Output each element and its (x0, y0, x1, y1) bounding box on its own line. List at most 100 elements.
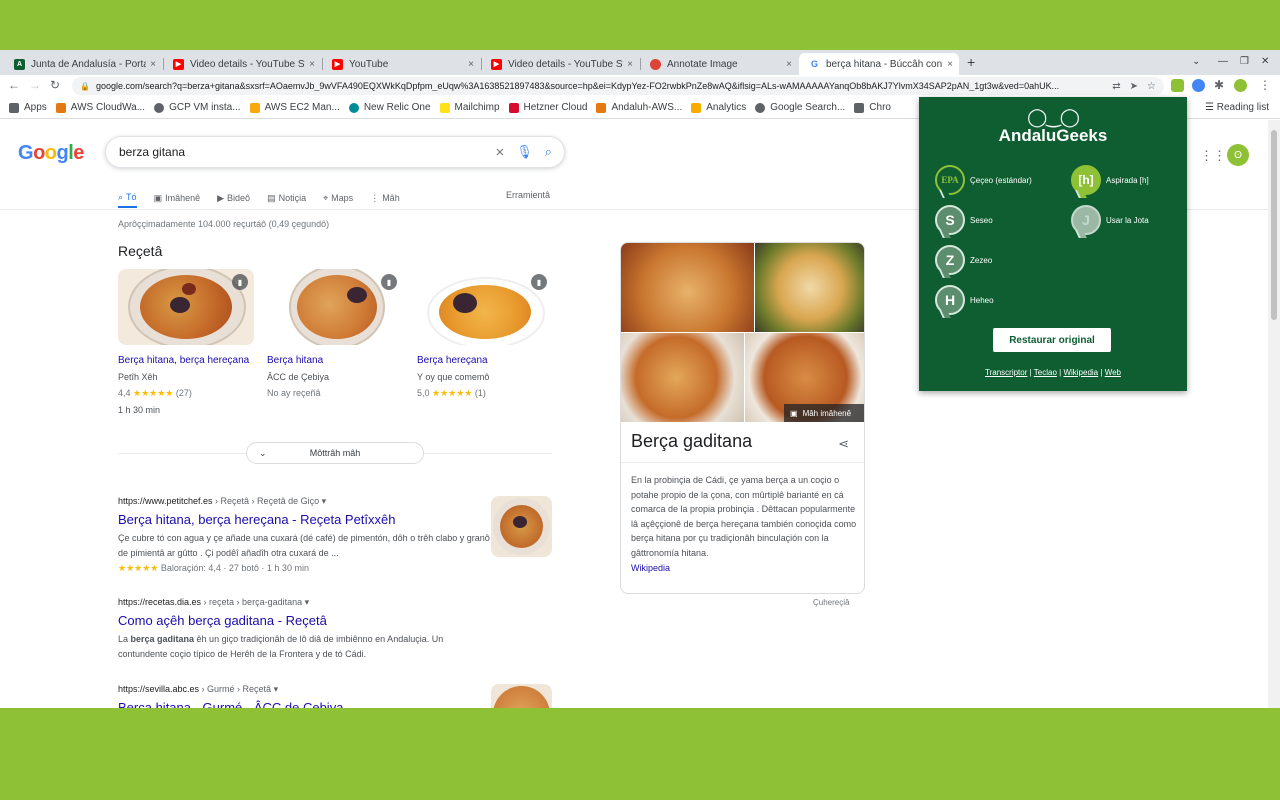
search-input[interactable]: berza gitana (119, 145, 495, 159)
tab-annotate-image[interactable]: Annotate Image × (640, 53, 798, 75)
reload-icon[interactable]: ↻ (50, 78, 60, 92)
recipe-title[interactable]: Berça hereçana (417, 354, 553, 367)
result-title-link[interactable]: Berça hitana, berça hereçana - Reçeta Pe… (118, 512, 490, 527)
bookmark-aws-ec2[interactable]: AWS EC2 Man... (249, 102, 340, 113)
recipe-image[interactable]: ▮ (267, 269, 403, 345)
recipe-card[interactable]: ▮ Berça hitana, berça hereçana Petîh Xêh… (118, 269, 254, 415)
tools-button[interactable]: Erramientâ (506, 190, 550, 200)
scroll-thumb[interactable] (1271, 130, 1277, 320)
link-transcriptor[interactable]: Transcriptor (985, 368, 1027, 377)
bookmark-aws-cloudwatch[interactable]: AWS CloudWa... (55, 102, 146, 113)
recipe-title[interactable]: Berça hitana (267, 354, 403, 367)
recipe-image[interactable]: ▮ (417, 269, 553, 345)
rating-count: (27) (175, 388, 192, 398)
tab-youtube[interactable]: ▶ YouTube × (322, 53, 480, 75)
option-seseo[interactable]: S Seseo (935, 205, 993, 235)
tab-search-icon[interactable]: ⌄ (1192, 56, 1200, 67)
search-box[interactable]: berza gitana × 🎙 ⌕ (105, 136, 565, 168)
tab-google-search[interactable]: G berça hitana - Búccâh con Google × (799, 53, 959, 75)
result-menu-icon[interactable]: ▾ (305, 597, 310, 607)
result-menu-icon[interactable]: ▾ (274, 684, 279, 694)
kp-image[interactable] (621, 243, 754, 332)
tab-all[interactable]: ⌕ Tó (118, 188, 137, 208)
profile-avatar-icon[interactable] (1234, 79, 1247, 92)
new-tab-button[interactable]: + (967, 54, 975, 70)
microphone-icon[interactable]: 🎙 (516, 144, 533, 160)
tab-close-icon[interactable]: × (627, 59, 633, 70)
minimize-icon[interactable]: — (1218, 56, 1228, 67)
feedback-link[interactable]: Çuhereçiâ (813, 598, 849, 607)
bookmark-hetzner[interactable]: Hetzner Cloud (508, 102, 587, 113)
bookmark-analytics[interactable]: Analytics (691, 102, 746, 113)
link-teclao[interactable]: Teclao (1034, 368, 1057, 377)
option-label: Heheo (970, 295, 994, 305)
option-heheo[interactable]: H Heheo (935, 285, 994, 315)
tab-youtube-studio-1[interactable]: ▶ Video details - YouTube Studio × (163, 53, 321, 75)
share-icon[interactable]: ⋖ (838, 436, 849, 452)
kp-source-link[interactable]: Wikipedia (631, 563, 670, 573)
link-wikipedia[interactable]: Wikipedia (1063, 368, 1098, 377)
bookmark-gcp-vm[interactable]: GCP VM insta... (154, 102, 241, 113)
extensions-puzzle-icon[interactable]: ✱ (1214, 78, 1224, 92)
save-recipe-icon[interactable]: ▮ (531, 274, 547, 290)
option-ceceo[interactable]: EPA Çeçeo (estándar) (935, 165, 1032, 195)
bookmark-new-relic[interactable]: New Relic One (348, 102, 431, 113)
bookmark-apps[interactable]: Apps (9, 102, 47, 113)
tab-close-icon[interactable]: × (947, 59, 953, 70)
tab-videos[interactable]: ▶ Bideô (217, 188, 250, 208)
google-logo[interactable]: Google (18, 142, 84, 165)
show-more-button[interactable]: ⌄ Môttrâh mâh (246, 442, 424, 464)
maximize-icon[interactable]: ❐ (1240, 56, 1249, 67)
kp-image[interactable] (621, 333, 744, 422)
save-recipe-icon[interactable]: ▮ (232, 274, 248, 290)
result-menu-icon[interactable]: ▾ (322, 496, 327, 506)
color-extension-icon[interactable] (1192, 79, 1205, 92)
tab-junta[interactable]: A Junta de Andalusía - Portal × (4, 53, 162, 75)
tab-news[interactable]: ▤ Notiçia (267, 188, 306, 208)
tab-images[interactable]: ▣ Imâhenê (154, 188, 201, 208)
tab-maps[interactable]: ⌖ Maps (323, 188, 353, 208)
close-window-icon[interactable]: ✕ (1261, 56, 1269, 67)
tab-youtube-studio-2[interactable]: ▶ Video details - YouTube Studio × (481, 53, 639, 75)
tab-close-icon[interactable]: × (468, 59, 474, 70)
reading-list[interactable]: ☰ Reading list (1205, 102, 1269, 113)
bookmark-andaluh-aws[interactable]: Andaluh-AWS... (596, 102, 682, 113)
bookmark-mailchimp[interactable]: Mailchimp (439, 102, 500, 113)
bookmark-chrome[interactable]: Chro (854, 102, 891, 113)
send-icon[interactable]: ➤ (1130, 81, 1138, 92)
link-web[interactable]: Web (1105, 368, 1121, 377)
back-icon[interactable]: ← (8, 78, 20, 92)
option-aspirada[interactable]: [h] Aspirada [h] (1071, 165, 1149, 195)
bookmark-google-search[interactable]: Google Search... (755, 102, 845, 113)
bookmark-label: New Relic One (363, 102, 431, 113)
result-thumbnail[interactable] (491, 496, 552, 557)
recipe-image[interactable]: ▮ (118, 269, 254, 345)
tab-close-icon[interactable]: × (150, 59, 156, 70)
result-thumbnail[interactable] (491, 684, 552, 708)
account-avatar[interactable]: ʘ (1227, 144, 1249, 166)
option-usar-jota[interactable]: J Usar la Jota (1071, 205, 1149, 235)
address-bar[interactable]: 🔒 google.com/search?q=berza+gitana&sxsrf… (72, 77, 1164, 95)
result-title-link[interactable]: Berça hitana - Gurmé - ÂCC de Çebiya (118, 700, 490, 708)
browser-menu-icon[interactable]: ⋮ (1259, 78, 1271, 92)
tab-close-icon[interactable]: × (786, 59, 792, 70)
recipe-title[interactable]: Berça hitana, berça hereçana (118, 354, 254, 367)
more-images-button[interactable]: ▣ Mâh imâhenê (784, 404, 864, 422)
tab-close-icon[interactable]: × (309, 59, 315, 70)
search-icon[interactable]: ⌕ (545, 144, 552, 160)
result-title-link[interactable]: Como açêh berça gaditana - Reçetâ (118, 613, 490, 628)
page-scrollbar[interactable] (1268, 120, 1280, 708)
save-recipe-icon[interactable]: ▮ (381, 274, 397, 290)
recipe-card[interactable]: ▮ Berça hereçana Y oy que comemô 5,0 ★★★… (417, 269, 553, 399)
bookmark-label: AWS CloudWa... (70, 102, 146, 113)
bookmark-star-icon[interactable]: ☆ (1147, 81, 1156, 92)
tab-more[interactable]: ⋮ Mâh (370, 188, 400, 208)
andalugeeks-extension-icon[interactable] (1171, 79, 1184, 92)
kp-image[interactable] (755, 243, 864, 332)
restore-original-button[interactable]: Restaurar original (993, 328, 1111, 352)
forward-icon[interactable]: → (29, 78, 41, 92)
clear-icon[interactable]: × (495, 144, 504, 161)
recipe-card[interactable]: ▮ Berça hitana ÂCC de Çebiya No ay reçeñ… (267, 269, 403, 398)
translate-icon[interactable]: ⇄ (1112, 81, 1120, 92)
option-zezeo[interactable]: Z Zezeo (935, 245, 992, 275)
